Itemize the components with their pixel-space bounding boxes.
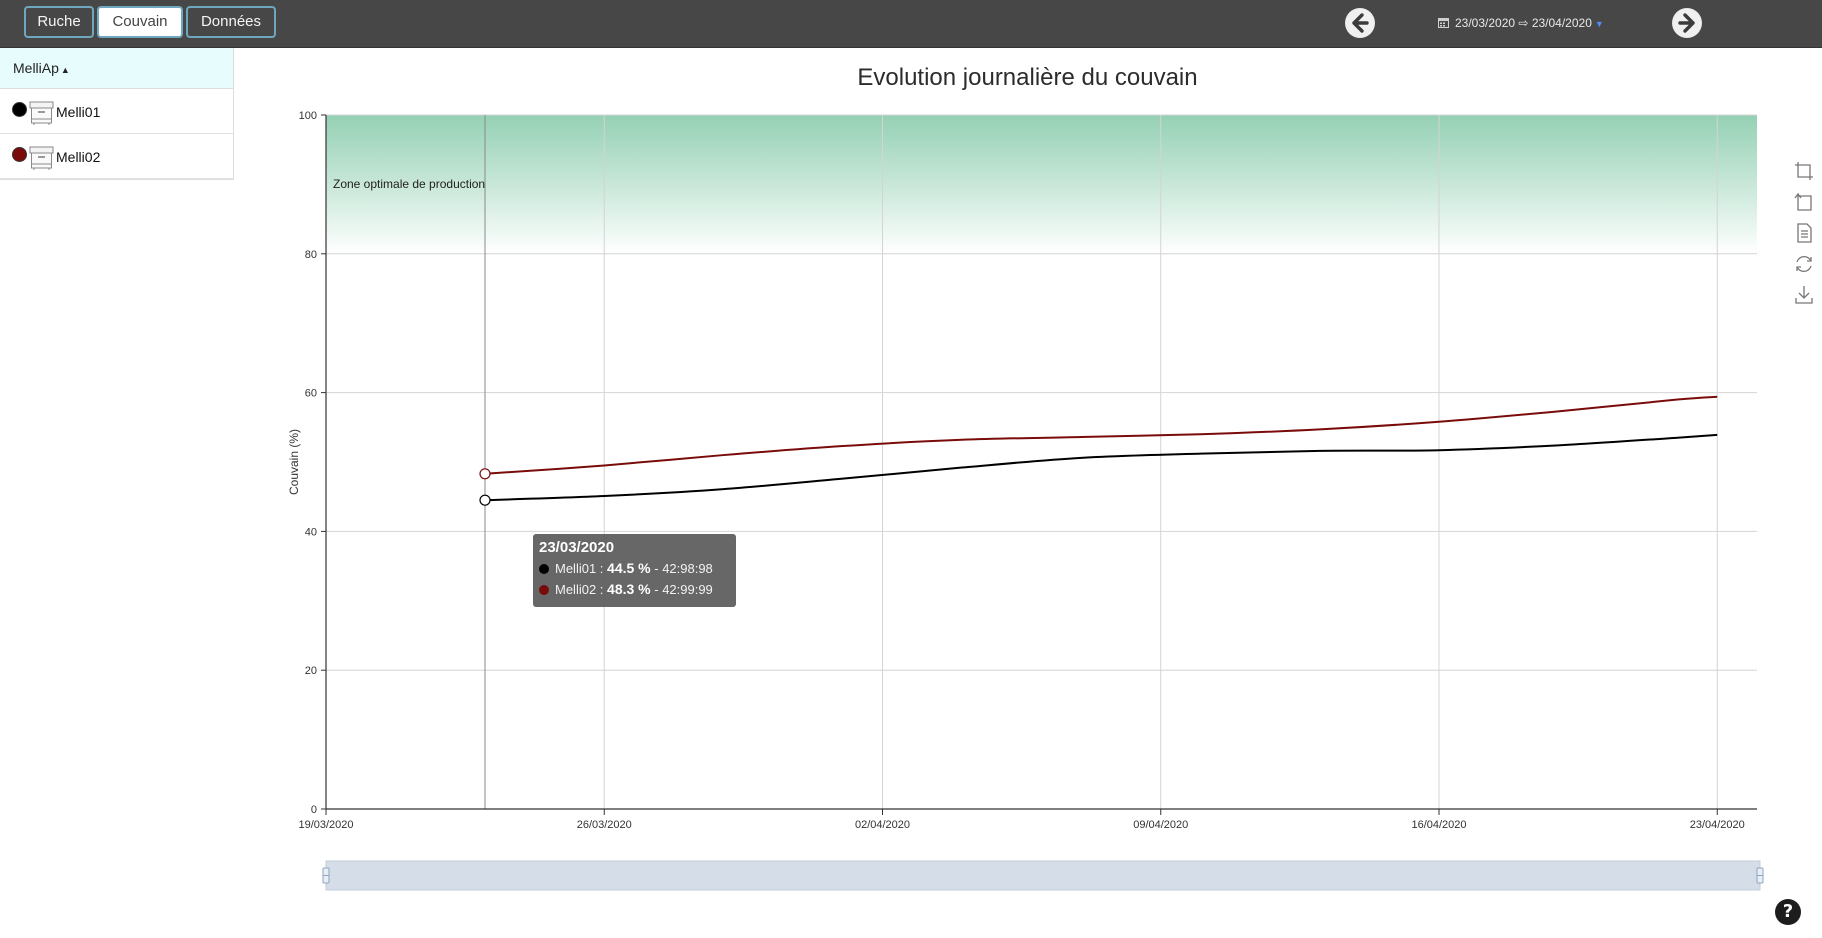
chart-tooltip: 23/03/2020 Melli01 : 44.5 % - 42:98:98 M… bbox=[533, 534, 736, 607]
y-tick-label: 100 bbox=[299, 110, 317, 122]
x-tick-label: 09/04/2020 bbox=[1133, 819, 1188, 831]
optimal-zone-band bbox=[326, 115, 1757, 254]
y-tick-label: 80 bbox=[305, 249, 317, 261]
y-axis-label: Couvain (%) bbox=[287, 429, 301, 495]
series-point-melli01 bbox=[479, 494, 491, 506]
data-view-icon[interactable] bbox=[1794, 223, 1814, 243]
download-icon[interactable] bbox=[1794, 285, 1814, 305]
tooltip-series-name: Melli02 bbox=[555, 582, 597, 597]
series-marker bbox=[539, 563, 549, 574]
tooltip-value: 44.5 % bbox=[607, 560, 651, 576]
zoom-icon[interactable] bbox=[1794, 161, 1814, 181]
y-tick-label: 40 bbox=[305, 526, 317, 538]
series-line-melli02 bbox=[484, 395, 1718, 475]
tooltip-extra: 42:98:98 bbox=[662, 561, 713, 576]
restore-icon[interactable] bbox=[1794, 254, 1814, 274]
zoom-slider-track bbox=[325, 860, 1761, 891]
tooltip-extra: 42:99:99 bbox=[662, 582, 713, 597]
help-button[interactable]: ? bbox=[1775, 899, 1801, 925]
x-tick-label: 16/04/2020 bbox=[1411, 819, 1466, 831]
brood-chart[interactable]: Zone optimale de production 0 20 40 60 80 100… bbox=[0, 0, 1822, 938]
x-tick-label: 02/04/2020 bbox=[855, 819, 910, 831]
y-tick-label: 60 bbox=[305, 388, 317, 400]
series-point-melli02 bbox=[479, 468, 491, 480]
zoom-reset-icon[interactable] bbox=[1794, 192, 1814, 212]
tooltip-date: 23/03/2020 bbox=[539, 539, 615, 556]
tooltip-row-melli02: Melli02 : 48.3 % - 42:99:99 bbox=[539, 579, 730, 600]
tooltip-value: 48.3 % bbox=[607, 581, 651, 597]
tooltip-row-melli01: Melli01 : 44.5 % - 42:98:98 bbox=[539, 558, 730, 579]
y-tick-label: 20 bbox=[305, 665, 317, 677]
x-tick-label: 23/04/2020 bbox=[1690, 819, 1745, 831]
series-marker bbox=[539, 584, 549, 595]
series-line-melli01 bbox=[484, 433, 1718, 502]
y-tick-label: 0 bbox=[311, 804, 317, 816]
optimal-zone-label: Zone optimale de production bbox=[333, 177, 485, 191]
tooltip-series-name: Melli01 bbox=[555, 561, 597, 576]
x-tick-label: 26/03/2020 bbox=[577, 819, 632, 831]
x-tick-label: 19/03/2020 bbox=[298, 819, 353, 831]
